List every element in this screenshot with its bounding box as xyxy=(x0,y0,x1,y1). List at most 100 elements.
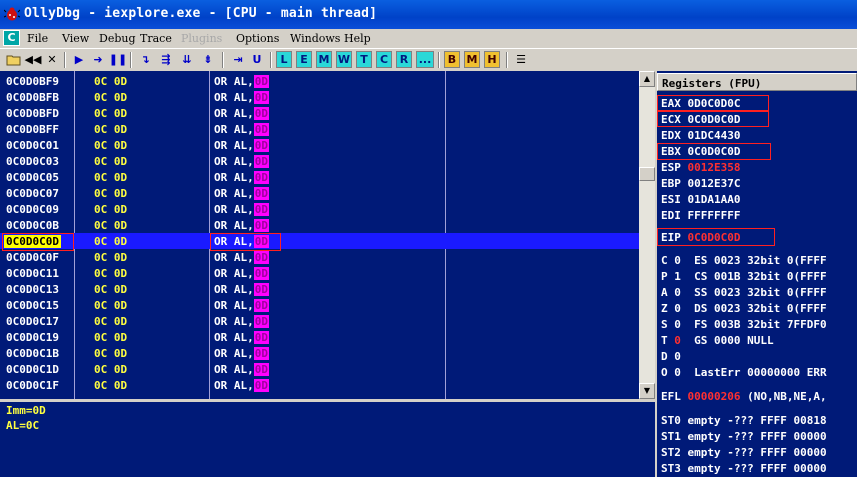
restart-icon[interactable]: ◀◀ xyxy=(25,51,42,68)
flag-row[interactable]: C 0 ES 0023 32bit 0(FFFF xyxy=(661,254,827,267)
menu-view[interactable]: View xyxy=(62,32,89,45)
close-icon[interactable]: ✕ xyxy=(44,51,60,68)
step-over-icon[interactable]: ⇶ xyxy=(158,51,174,68)
scroll-up-icon[interactable]: ▲ xyxy=(639,71,655,87)
registers-pane[interactable]: Registers (FPU) EAX 0D0C0D0C ECX 0C0D0C0D… xyxy=(657,71,857,477)
fpu-row[interactable]: ST1 empty -??? FFFF 00000 xyxy=(661,430,827,443)
step-icon[interactable]: ➜ xyxy=(90,51,106,68)
row-mnemonic: OR AL, xyxy=(214,331,254,344)
flag-value: 1 xyxy=(674,270,681,283)
register-name: EDI xyxy=(661,209,681,222)
disassembly-row[interactable]: 0C0D0C07 0C 0D OR AL,0D xyxy=(0,185,639,201)
log-window-button[interactable]: L xyxy=(276,51,292,68)
menu-options[interactable]: Options xyxy=(236,32,279,45)
registers-header[interactable]: Registers (FPU) xyxy=(657,73,857,91)
row-disassembly: OR AL,0D xyxy=(214,91,269,104)
toolbar-separator xyxy=(270,52,272,68)
fpu-row[interactable]: ST3 empty -??? FFFF 00000 xyxy=(661,462,827,475)
disassembly-row[interactable]: 0C0D0C13 0C 0D OR AL,0D xyxy=(0,281,639,297)
register-gap xyxy=(681,193,688,206)
run-trace-window-button[interactable]: ... xyxy=(416,51,434,68)
flag-value: 0 xyxy=(674,350,681,363)
disassembly-row[interactable]: 0C0D0BFD 0C 0D OR AL,0D xyxy=(0,105,639,121)
register-row[interactable]: EBP 0012E37C xyxy=(661,177,740,190)
disassembly-row[interactable]: 0C0D0C1F 0C 0D OR AL,0D xyxy=(0,377,639,393)
flag-row[interactable]: S 0 FS 003B 32bit 7FFDF0 xyxy=(661,318,827,331)
trace-over-icon[interactable]: ⇟ xyxy=(200,51,216,68)
row-immediate: 0D xyxy=(253,251,269,264)
hardware-breakpoints-button[interactable]: H xyxy=(484,51,500,68)
flag-row[interactable]: T 0 GS 0000 NULL xyxy=(661,334,774,347)
disassembly-pane[interactable]: 0C0D0BF9 0C 0D OR AL,0D 0C0D0BFB 0C 0D OR AL,… xyxy=(0,71,655,399)
cpu-window-button[interactable]: C xyxy=(3,30,20,46)
segment-info: SS 0023 32bit 0(FFFF xyxy=(694,286,827,299)
memory-breakpoints-button[interactable]: M xyxy=(464,51,480,68)
row-mnemonic: OR AL, xyxy=(214,299,254,312)
execute-till-return-icon[interactable]: ⇥ xyxy=(230,51,246,68)
modules-window-button[interactable]: E xyxy=(296,51,312,68)
register-row-efl[interactable]: EFL 00000206 (NO,NB,NE,A, xyxy=(661,390,827,403)
flag-row[interactable]: Z 0 DS 0023 32bit 0(FFFF xyxy=(661,302,827,315)
breakpoints-window-button[interactable]: B xyxy=(444,51,460,68)
register-value: 01DA1AA0 xyxy=(687,193,741,206)
list-icon[interactable]: ☰ xyxy=(513,51,529,68)
references-window-button[interactable]: R xyxy=(396,51,412,68)
disassembly-row[interactable]: 0C0D0BF9 0C 0D OR AL,0D xyxy=(0,73,639,89)
fpu-row[interactable]: ST0 empty -??? FFFF 00818 xyxy=(661,414,827,427)
disassembly-row[interactable]: 0C0D0BFB 0C 0D OR AL,0D xyxy=(0,89,639,105)
step-into-icon[interactable]: ↴ xyxy=(137,51,153,68)
register-row[interactable]: ESP 0012E358 xyxy=(661,161,740,174)
flag-row[interactable]: P 1 CS 001B 32bit 0(FFFF xyxy=(661,270,827,283)
row-hex-dump: 0C 0D xyxy=(94,331,128,344)
row-immediate: 0D xyxy=(253,347,269,360)
menu-trace[interactable]: Trace xyxy=(140,32,172,45)
register-row[interactable]: EDX 01DC4430 xyxy=(661,129,740,142)
disassembly-row[interactable]: 0C0D0C17 0C 0D OR AL,0D xyxy=(0,313,639,329)
disassembly-row[interactable]: 0C0D0C03 0C 0D OR AL,0D xyxy=(0,153,639,169)
scroll-thumb[interactable] xyxy=(639,167,655,181)
row-address: 0C0D0C09 xyxy=(6,203,59,216)
windows-window-button[interactable]: W xyxy=(336,51,352,68)
row-disassembly: OR AL,0D xyxy=(214,347,269,360)
fpu-row[interactable]: ST2 empty -??? FFFF 00000 xyxy=(661,446,827,459)
disassembly-row[interactable]: 0C0D0C05 0C 0D OR AL,0D xyxy=(0,169,639,185)
register-gap xyxy=(681,177,688,190)
menu-help[interactable]: Help xyxy=(344,32,371,45)
threads-window-button[interactable]: T xyxy=(356,51,372,68)
disassembly-row[interactable]: 0C0D0C19 0C 0D OR AL,0D xyxy=(0,329,639,345)
cpu-window-toolbar-button[interactable]: C xyxy=(376,51,392,68)
open-folder-icon[interactable] xyxy=(5,51,21,68)
flag-row[interactable]: D 0 xyxy=(661,350,694,363)
disassembly-row[interactable]: 0C0D0C1B 0C 0D OR AL,0D xyxy=(0,345,639,361)
register-row[interactable]: ESI 01DA1AA0 xyxy=(661,193,740,206)
menu-windows[interactable]: Windows xyxy=(290,32,340,45)
flag-value: 0 xyxy=(674,334,681,347)
disassembly-row[interactable]: 0C0D0C1D 0C 0D OR AL,0D xyxy=(0,361,639,377)
flag-name: P xyxy=(661,270,668,283)
disassembly-row[interactable]: 0C0D0C11 0C 0D OR AL,0D xyxy=(0,265,639,281)
row-disassembly: OR AL,0D xyxy=(214,283,269,296)
register-row[interactable]: EDI FFFFFFFF xyxy=(661,209,740,222)
menu-plugins[interactable]: Plugins xyxy=(181,32,222,45)
disassembly-row[interactable]: 0C0D0C15 0C 0D OR AL,0D xyxy=(0,297,639,313)
trace-into-icon[interactable]: ⇊ xyxy=(179,51,195,68)
disassembly-row[interactable]: 0C0D0BFF 0C 0D OR AL,0D xyxy=(0,121,639,137)
memory-window-button[interactable]: M xyxy=(316,51,332,68)
menu-debug[interactable]: Debug xyxy=(99,32,136,45)
row-address: 0C0D0C03 xyxy=(6,155,59,168)
menu-file[interactable]: File xyxy=(27,32,48,45)
pause-icon[interactable]: ❚❚ xyxy=(109,51,127,68)
flag-gap xyxy=(681,286,694,299)
fpu-register: ST1 empty -??? FFFF 00000 xyxy=(661,430,827,443)
go-to-user-code-icon[interactable]: U xyxy=(249,51,265,68)
scroll-down-icon[interactable]: ▼ xyxy=(639,383,655,399)
disassembly-row[interactable]: 0C0D0C09 0C 0D OR AL,0D xyxy=(0,201,639,217)
flag-row[interactable]: O 0 LastErr 00000000 ERR xyxy=(661,366,827,379)
disassembly-row[interactable]: 0C0D0C0B 0C 0D OR AL,0D xyxy=(0,217,639,233)
disassembly-row[interactable]: 0C0D0C0F 0C 0D OR AL,0D xyxy=(0,249,639,265)
flag-row[interactable]: A 0 SS 0023 32bit 0(FFFF xyxy=(661,286,827,299)
run-icon[interactable]: ▶ xyxy=(71,51,87,68)
disassembly-scrollbar[interactable]: ▲ ▼ xyxy=(639,71,655,399)
disassembly-row[interactable]: 0C0D0C0D 0C 0D OR AL,0D xyxy=(0,233,639,249)
disassembly-row[interactable]: 0C0D0C01 0C 0D OR AL,0D xyxy=(0,137,639,153)
